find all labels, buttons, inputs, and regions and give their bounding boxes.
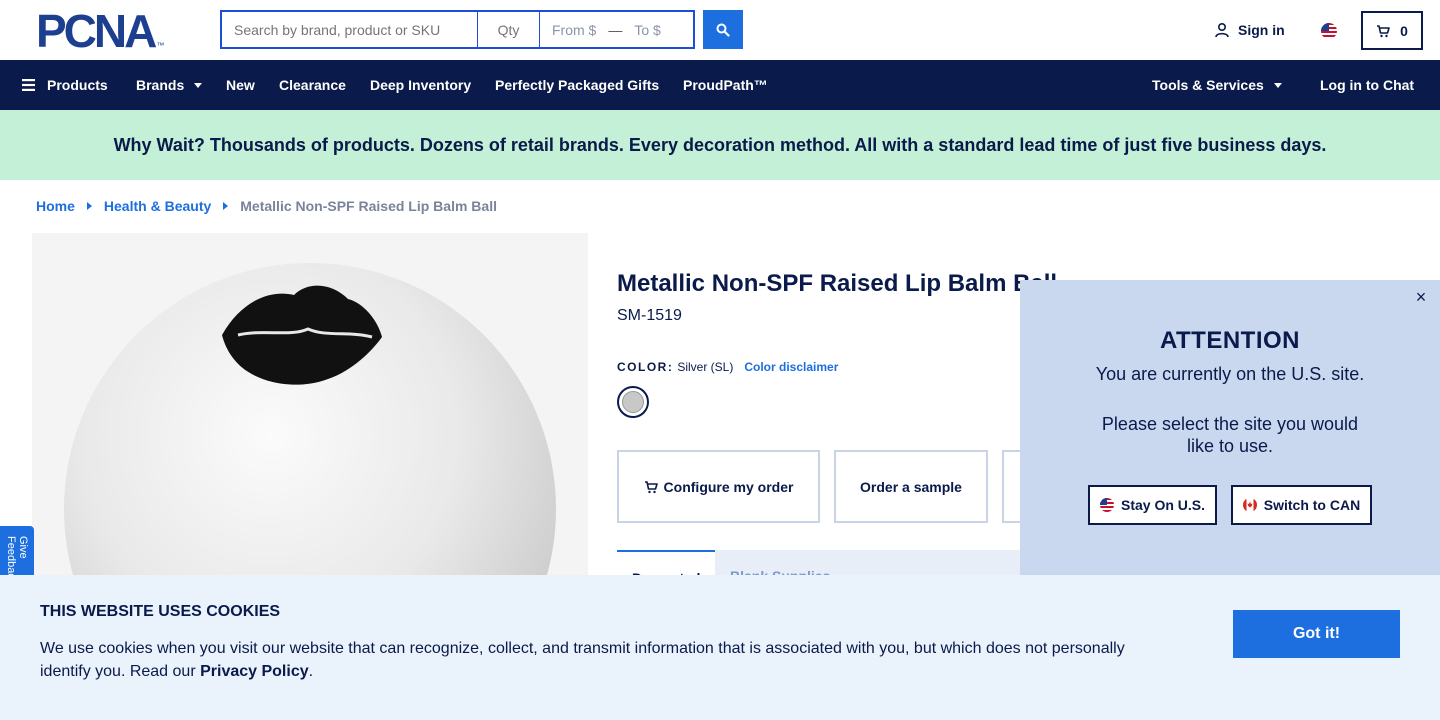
nav-label-deep-inventory: Deep Inventory bbox=[370, 77, 472, 93]
breadcrumb-home[interactable]: Home bbox=[36, 198, 75, 214]
configure-order-button[interactable]: Configure my order bbox=[617, 450, 820, 523]
nav-item-tools-services[interactable]: Tools & Services bbox=[1152, 60, 1282, 110]
modal-instruction-text: Please select the site you would like to… bbox=[1101, 414, 1359, 456]
cookie-period: . bbox=[308, 663, 314, 680]
us-flag-icon bbox=[1099, 498, 1114, 512]
site-selection-modal: × ATTENTION You are currently on the U.S… bbox=[1020, 280, 1440, 576]
privacy-policy-link[interactable]: Privacy Policy bbox=[200, 663, 309, 680]
nav-item-log-in-to-chat[interactable]: Log in to Chat bbox=[1320, 60, 1414, 110]
price-range-field[interactable]: From $ — To $ bbox=[540, 10, 695, 49]
cart-count: 0 bbox=[1400, 22, 1408, 39]
cart-button[interactable]: 0 bbox=[1361, 11, 1423, 50]
search-group: From $ — To $ bbox=[220, 10, 695, 49]
nav-item-clearance[interactable]: Clearance bbox=[279, 60, 346, 110]
color-value: Silver (SL) bbox=[677, 360, 734, 374]
nav-label-perfectly-packaged-gifts: Perfectly Packaged Gifts bbox=[495, 77, 660, 93]
nav-item-perfectly-packaged-gifts[interactable]: Perfectly Packaged Gifts bbox=[495, 60, 659, 110]
breadcrumb-category[interactable]: Health & Beauty bbox=[104, 198, 211, 214]
accept-cookies-button[interactable]: Got it! bbox=[1233, 610, 1400, 658]
nav-label-new: New bbox=[226, 77, 255, 93]
breadcrumb-separator-icon bbox=[223, 202, 229, 210]
product-sku: SM-1519 bbox=[617, 307, 682, 324]
site-header: PCNA ™ From $ — To $ Sign in bbox=[0, 0, 1440, 60]
qty-input[interactable] bbox=[478, 10, 540, 49]
cart-icon bbox=[1377, 24, 1390, 37]
search-icon bbox=[716, 23, 730, 37]
main-nav: Products Brands New Clearance Deep Inven… bbox=[0, 60, 1440, 110]
color-disclaimer-link[interactable]: Color disclaimer bbox=[744, 360, 838, 374]
product-title: Metallic Non-SPF Raised Lip Balm Ball bbox=[617, 270, 1058, 297]
color-swatch-silver[interactable] bbox=[617, 386, 649, 418]
canada-flag-mini bbox=[1242, 498, 1257, 512]
nav-label-products: Products bbox=[47, 77, 108, 93]
cart-icon bbox=[644, 480, 658, 493]
us-flag-mini bbox=[1099, 498, 1114, 512]
nav-label-tools-services: Tools & Services bbox=[1152, 77, 1264, 93]
nav-label-clearance: Clearance bbox=[279, 77, 346, 93]
cookie-banner: THIS WEBSITE USES COOKIES We use cookies… bbox=[0, 575, 1440, 720]
canada-flag-icon bbox=[1242, 498, 1257, 512]
nav-label-proudpath: ProudPath™ bbox=[683, 77, 768, 93]
page: PCNA ™ From $ — To $ Sign in bbox=[0, 0, 1440, 720]
promo-text: Why Wait? Thousands of products. Dozens … bbox=[113, 134, 1327, 155]
price-to-placeholder[interactable]: To $ bbox=[634, 22, 660, 38]
breadcrumb-current: Metallic Non-SPF Raised Lip Balm Ball bbox=[240, 198, 497, 214]
nav-item-deep-inventory[interactable]: Deep Inventory bbox=[370, 60, 471, 110]
stay-on-us-label: Stay On U.S. bbox=[1120, 497, 1206, 513]
color-label: COLOR: bbox=[617, 360, 674, 374]
close-icon[interactable]: × bbox=[1412, 288, 1430, 306]
nav-label-log-in-to-chat: Log in to Chat bbox=[1320, 77, 1415, 93]
nav-item-brands[interactable]: Brands bbox=[136, 60, 203, 110]
modal-title: ATTENTION bbox=[1159, 327, 1301, 354]
price-range-dash: — bbox=[608, 21, 623, 38]
promo-banner: Why Wait? Thousands of products. Dozens … bbox=[0, 110, 1440, 180]
sign-in-link[interactable]: Sign in bbox=[1214, 22, 1285, 38]
chevron-down-icon bbox=[1273, 82, 1282, 88]
search-button[interactable] bbox=[703, 10, 743, 49]
cookie-title: THIS WEBSITE USES COOKIES bbox=[40, 603, 281, 620]
order-sample-label: Order a sample bbox=[860, 478, 962, 495]
nav-item-new[interactable]: New bbox=[226, 60, 255, 110]
configure-order-label: Configure my order bbox=[663, 478, 794, 495]
us-flag-icon[interactable] bbox=[1321, 23, 1337, 39]
cookie-body: We use cookies when you visit our websit… bbox=[40, 637, 1150, 683]
chevron-down-icon bbox=[194, 82, 203, 88]
nav-label-brands: Brands bbox=[136, 77, 185, 93]
sign-in-label: Sign in bbox=[1238, 22, 1285, 38]
switch-to-can-button[interactable]: Switch to CAN bbox=[1231, 485, 1372, 525]
pcna-logo[interactable]: PCNA ™ bbox=[36, 5, 184, 57]
search-input[interactable] bbox=[220, 10, 478, 49]
logo-trademark: ™ bbox=[156, 41, 165, 50]
breadcrumb: Home Health & Beauty Metallic Non-SPF Ra… bbox=[36, 198, 497, 214]
hamburger-icon bbox=[22, 79, 35, 91]
modal-current-site-text: You are currently on the U.S. site. bbox=[1095, 364, 1365, 384]
order-sample-button[interactable]: Order a sample bbox=[834, 450, 988, 523]
swatch-fill bbox=[622, 391, 644, 413]
nav-item-proudpath[interactable]: ProudPath™ bbox=[683, 60, 768, 110]
user-icon bbox=[1215, 22, 1229, 38]
breadcrumb-separator-icon bbox=[86, 202, 92, 210]
price-from-placeholder[interactable]: From $ bbox=[552, 22, 596, 38]
color-row: COLOR: Silver (SL) Color disclaimer bbox=[617, 360, 838, 374]
us-flag-graphic bbox=[1321, 23, 1337, 39]
stay-on-us-button[interactable]: Stay On U.S. bbox=[1088, 485, 1217, 525]
switch-to-can-label: Switch to CAN bbox=[1263, 497, 1361, 513]
nav-item-products[interactable]: Products bbox=[22, 60, 108, 110]
logo-text: PCNA bbox=[36, 5, 157, 57]
